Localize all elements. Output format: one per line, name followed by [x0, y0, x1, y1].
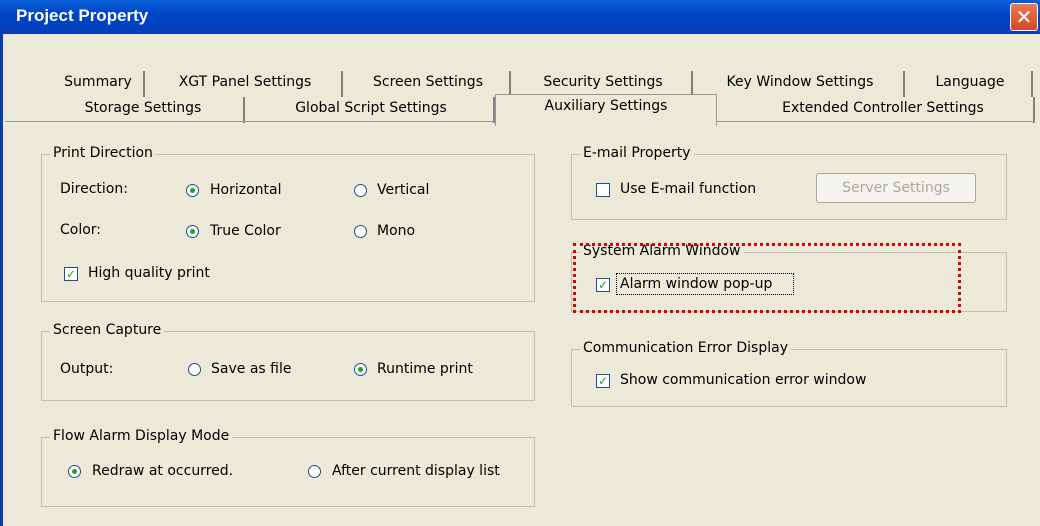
tab-label: Language — [935, 74, 1005, 90]
high-quality-checkbox[interactable]: ✓ — [64, 267, 78, 281]
after-current-label[interactable]: After current display list — [332, 463, 500, 479]
radio-horizontal[interactable] — [186, 184, 199, 197]
radio-after-current-display[interactable] — [308, 465, 321, 478]
radio-mono[interactable] — [354, 225, 367, 238]
show-comm-error-label[interactable]: Show communication error window — [620, 372, 866, 388]
email-property-title: E-mail Property — [580, 145, 694, 161]
high-quality-label[interactable]: High quality print — [88, 265, 210, 281]
tab-extended-controller-settings[interactable]: Extended Controller Settings — [733, 97, 1035, 123]
tab-label: Storage Settings — [84, 100, 202, 116]
radio-selected-dot — [190, 188, 195, 193]
tab-key-window-settings[interactable]: Key Window Settings — [697, 71, 905, 97]
radio-selected-dot — [190, 229, 195, 234]
tab-xgt-panel-settings[interactable]: XGT Panel Settings — [149, 71, 343, 97]
screen-capture-group: Screen Capture Output: Save as file Runt… — [41, 322, 535, 401]
tab-label: Global Script Settings — [295, 100, 447, 116]
print-direction-title: Print Direction — [50, 145, 156, 161]
vertical-label[interactable]: Vertical — [377, 182, 429, 198]
comm-error-group: Communication Error Display ✓ Show commu… — [571, 340, 1007, 407]
use-email-checkbox[interactable] — [596, 183, 610, 197]
direction-label: Direction: — [60, 181, 128, 197]
output-label: Output: — [60, 361, 114, 377]
horizontal-label[interactable]: Horizontal — [210, 182, 281, 198]
tab-screen-settings[interactable]: Screen Settings — [347, 71, 511, 97]
tab-language[interactable]: Language — [909, 71, 1033, 97]
flow-alarm-title: Flow Alarm Display Mode — [50, 428, 233, 444]
redraw-label[interactable]: Redraw at occurred. — [92, 463, 233, 479]
radio-runtime-print[interactable] — [354, 363, 367, 376]
tab-label: Screen Settings — [372, 74, 483, 90]
radio-save-as-file[interactable] — [188, 363, 201, 376]
save-as-file-label[interactable]: Save as file — [211, 361, 291, 377]
highlight-box — [573, 243, 961, 313]
screen-capture-title: Screen Capture — [50, 322, 165, 338]
tab-panel: Print Direction Direction: Horizontal Ve… — [5, 121, 1035, 521]
tab-label: Extended Controller Settings — [782, 100, 984, 116]
color-label: Color: — [60, 222, 102, 238]
radio-true-color[interactable] — [186, 225, 199, 238]
email-property-group: E-mail Property Use E-mail function Serv… — [571, 145, 1007, 220]
server-settings-button[interactable]: Server Settings — [816, 173, 976, 203]
radio-selected-dot — [358, 367, 363, 372]
tab-label: XGT Panel Settings — [178, 74, 312, 90]
tab-label: Key Window Settings — [726, 74, 874, 90]
radio-selected-dot — [72, 469, 77, 474]
title-bar[interactable]: Project Property ✕ — [0, 0, 1040, 34]
print-direction-group: Print Direction Direction: Horizontal Ve… — [41, 145, 535, 302]
window-title: Project Property — [16, 6, 149, 25]
radio-redraw-at-occurred[interactable] — [68, 465, 81, 478]
tab-label: Summary — [64, 74, 132, 90]
tab-label: Security Settings — [543, 74, 663, 90]
tab-label: Auxiliary Settings — [544, 98, 668, 114]
runtime-print-label[interactable]: Runtime print — [377, 361, 473, 377]
show-comm-error-checkbox[interactable]: ✓ — [596, 374, 610, 388]
use-email-label[interactable]: Use E-mail function — [620, 181, 756, 197]
flow-alarm-group: Flow Alarm Display Mode Redraw at occurr… — [41, 428, 535, 507]
radio-vertical[interactable] — [354, 184, 367, 197]
tab-summary[interactable]: Summary — [53, 71, 145, 97]
tab-storage-settings[interactable]: Storage Settings — [43, 97, 245, 123]
tab-auxiliary-settings[interactable]: Auxiliary Settings — [495, 94, 717, 126]
comm-error-title: Communication Error Display — [580, 340, 791, 356]
close-button[interactable]: ✕ — [1010, 3, 1038, 31]
tab-global-script-settings[interactable]: Global Script Settings — [249, 97, 495, 123]
true-color-label[interactable]: True Color — [210, 223, 281, 239]
mono-label[interactable]: Mono — [377, 223, 415, 239]
